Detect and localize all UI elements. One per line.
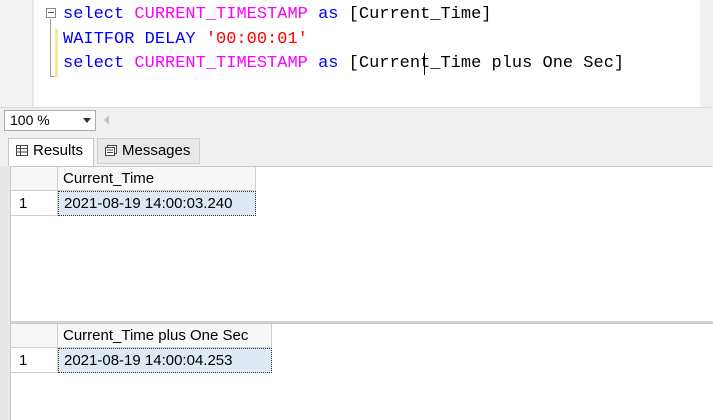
code-token: CURRENT_TIMESTAMP (134, 5, 308, 24)
editor-vertical-scrollbar[interactable] (700, 0, 713, 107)
zoom-bar: 100 % (0, 107, 713, 133)
tab-messages-label: Messages (122, 142, 191, 159)
code-token: CURRENT_TIMESTAMP (134, 54, 308, 73)
column-header[interactable]: Current_Time plus One Sec (58, 324, 272, 348)
change-marker (55, 29, 58, 77)
grid-icon (16, 145, 28, 156)
results-tabstrip: Results Messages (0, 133, 713, 166)
grid-corner[interactable] (11, 167, 58, 191)
row-number[interactable]: 1 (11, 191, 58, 216)
scroll-left-icon[interactable] (104, 115, 109, 125)
tab-messages[interactable]: Messages (97, 138, 200, 164)
code-token: [Current_Time plus One Sec] (338, 54, 625, 73)
code-token: select (63, 5, 125, 24)
tab-results-label: Results (33, 142, 84, 159)
column-header[interactable]: Current_Time (58, 167, 256, 191)
result-cell[interactable]: 2021-08-19 14:00:04.253 (58, 348, 272, 373)
code-line[interactable]: select CURRENT_TIMESTAMP as [Current_Tim… (63, 52, 624, 77)
code-token: select (63, 54, 125, 73)
code-line[interactable]: select CURRENT_TIMESTAMP as [Current_Tim… (63, 3, 624, 28)
text-caret (424, 53, 425, 75)
code-token: as (318, 5, 339, 24)
zoom-value: 100 % (10, 112, 50, 128)
code-token: as (318, 54, 339, 73)
editor-gutter (0, 0, 34, 107)
code-token: '00:00:01' (205, 29, 308, 49)
code-token: [Current_Time] (338, 5, 492, 24)
code-token: WAITFOR DELAY (63, 29, 196, 49)
result-grid-2[interactable]: Current_Time plus One Sec 1 2021-08-19 1… (10, 323, 713, 420)
grid-corner[interactable] (11, 324, 58, 348)
sql-code[interactable]: select CURRENT_TIMESTAMP as [Current_Tim… (63, 3, 624, 77)
result-cell[interactable]: 2021-08-19 14:00:03.240 (58, 191, 256, 216)
fold-guide (50, 19, 51, 77)
chevron-down-icon[interactable] (83, 118, 91, 123)
row-number[interactable]: 1 (11, 348, 58, 373)
messages-icon (105, 145, 117, 156)
tab-results[interactable]: Results (8, 138, 94, 166)
zoom-dropdown[interactable]: 100 % (4, 110, 96, 131)
query-editor[interactable]: select CURRENT_TIMESTAMP as [Current_Tim… (0, 0, 713, 107)
collapse-toggle-icon[interactable] (46, 8, 56, 18)
result-grid-1[interactable]: Current_Time 1 2021-08-19 14:00:03.240 (10, 166, 713, 321)
code-line[interactable]: WAITFOR DELAY '00:00:01' (63, 28, 624, 53)
